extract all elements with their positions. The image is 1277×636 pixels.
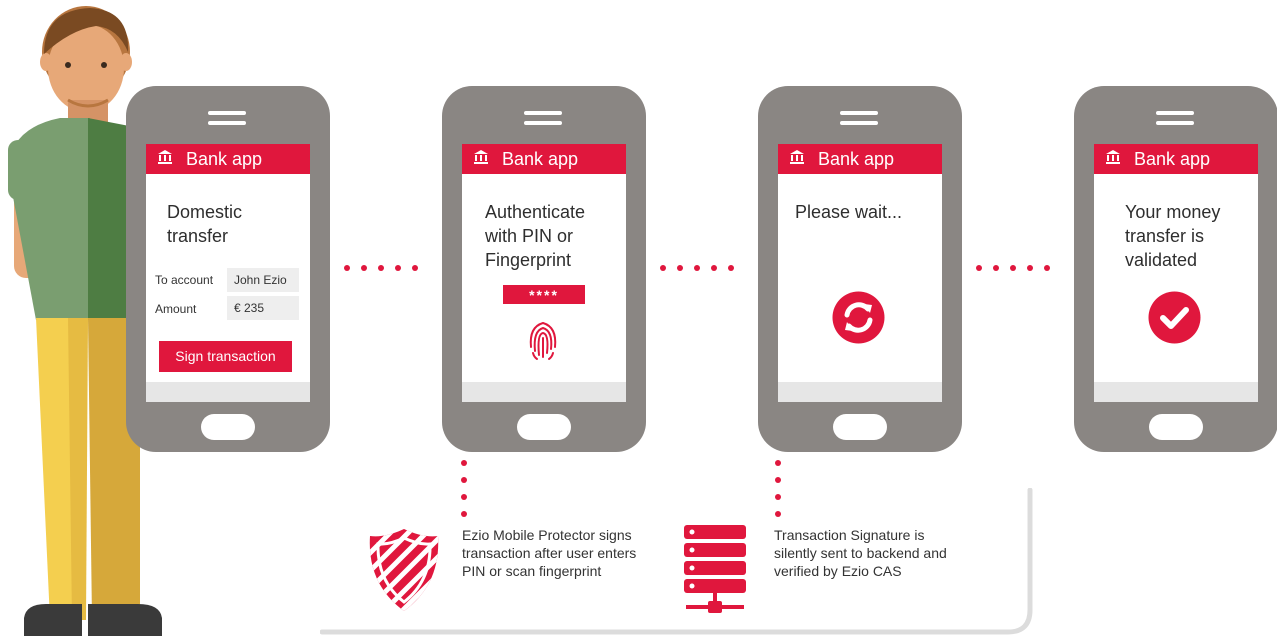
fingerprint-icon[interactable] (526, 319, 560, 361)
server-icon (684, 525, 746, 613)
screen-footer (778, 382, 942, 402)
amount-field[interactable]: € 235 (227, 296, 299, 320)
screen-footer (462, 382, 626, 402)
to-account-field[interactable]: John Ezio (227, 268, 299, 292)
app-title: Bank app (818, 149, 895, 169)
phone-please-wait: Bank app Please wait... (758, 86, 962, 452)
screen-heading: Domestic transfer (167, 202, 243, 246)
checkmark-icon (1148, 291, 1201, 344)
pin-field[interactable]: **** (503, 285, 585, 304)
phone-screen: Bank app Your money transfer is validate… (1094, 144, 1258, 402)
app-header: Bank app (462, 144, 626, 174)
bank-icon (1106, 150, 1120, 164)
amount-label: Amount (155, 302, 197, 316)
home-button[interactable] (833, 414, 887, 440)
app-header: Bank app (1094, 144, 1258, 174)
app-header: Bank app (146, 144, 310, 174)
phone-screen: Bank app Domestic transfer To account Jo… (146, 144, 310, 402)
screen-message: Your money transfer is validated (1125, 202, 1221, 270)
phone-screen: Bank app Please wait... (778, 144, 942, 402)
shield-icon (369, 529, 439, 611)
flow-connector (344, 265, 418, 271)
phone-validated: Bank app Your money transfer is validate… (1074, 86, 1277, 452)
app-title: Bank app (502, 149, 579, 169)
backend-description: Transaction Signature is silently sent t… (774, 527, 947, 579)
app-title: Bank app (1134, 149, 1211, 169)
phone-transfer: Bank app Domestic transfer To account Jo… (126, 86, 330, 452)
speaker-icon (208, 111, 246, 125)
speaker-icon (840, 111, 878, 125)
app-header: Bank app (778, 144, 942, 174)
screen-footer (1094, 382, 1258, 402)
flow-connector (976, 265, 1050, 271)
flow-connector (660, 265, 734, 271)
app-title: Bank app (186, 149, 263, 169)
bank-icon (158, 150, 172, 164)
home-button[interactable] (517, 414, 571, 440)
screen-message: Authenticate with PIN or Fingerprint (485, 202, 586, 270)
speaker-icon (524, 111, 562, 125)
sign-transaction-button[interactable]: Sign transaction (159, 341, 292, 372)
bank-icon (790, 150, 804, 164)
protector-description: Ezio Mobile Protector signs transaction … (462, 527, 637, 579)
phone-authenticate: Bank app Authenticate with PIN or Finger… (442, 86, 646, 452)
screen-message: Please wait... (795, 202, 903, 222)
home-button[interactable] (1149, 414, 1203, 440)
speaker-icon (1156, 111, 1194, 125)
refresh-icon (832, 291, 885, 344)
phone-screen: Bank app Authenticate with PIN or Finger… (462, 144, 626, 402)
home-button[interactable] (201, 414, 255, 440)
screen-footer (146, 382, 310, 402)
bank-icon (474, 150, 488, 164)
to-account-label: To account (155, 273, 214, 287)
